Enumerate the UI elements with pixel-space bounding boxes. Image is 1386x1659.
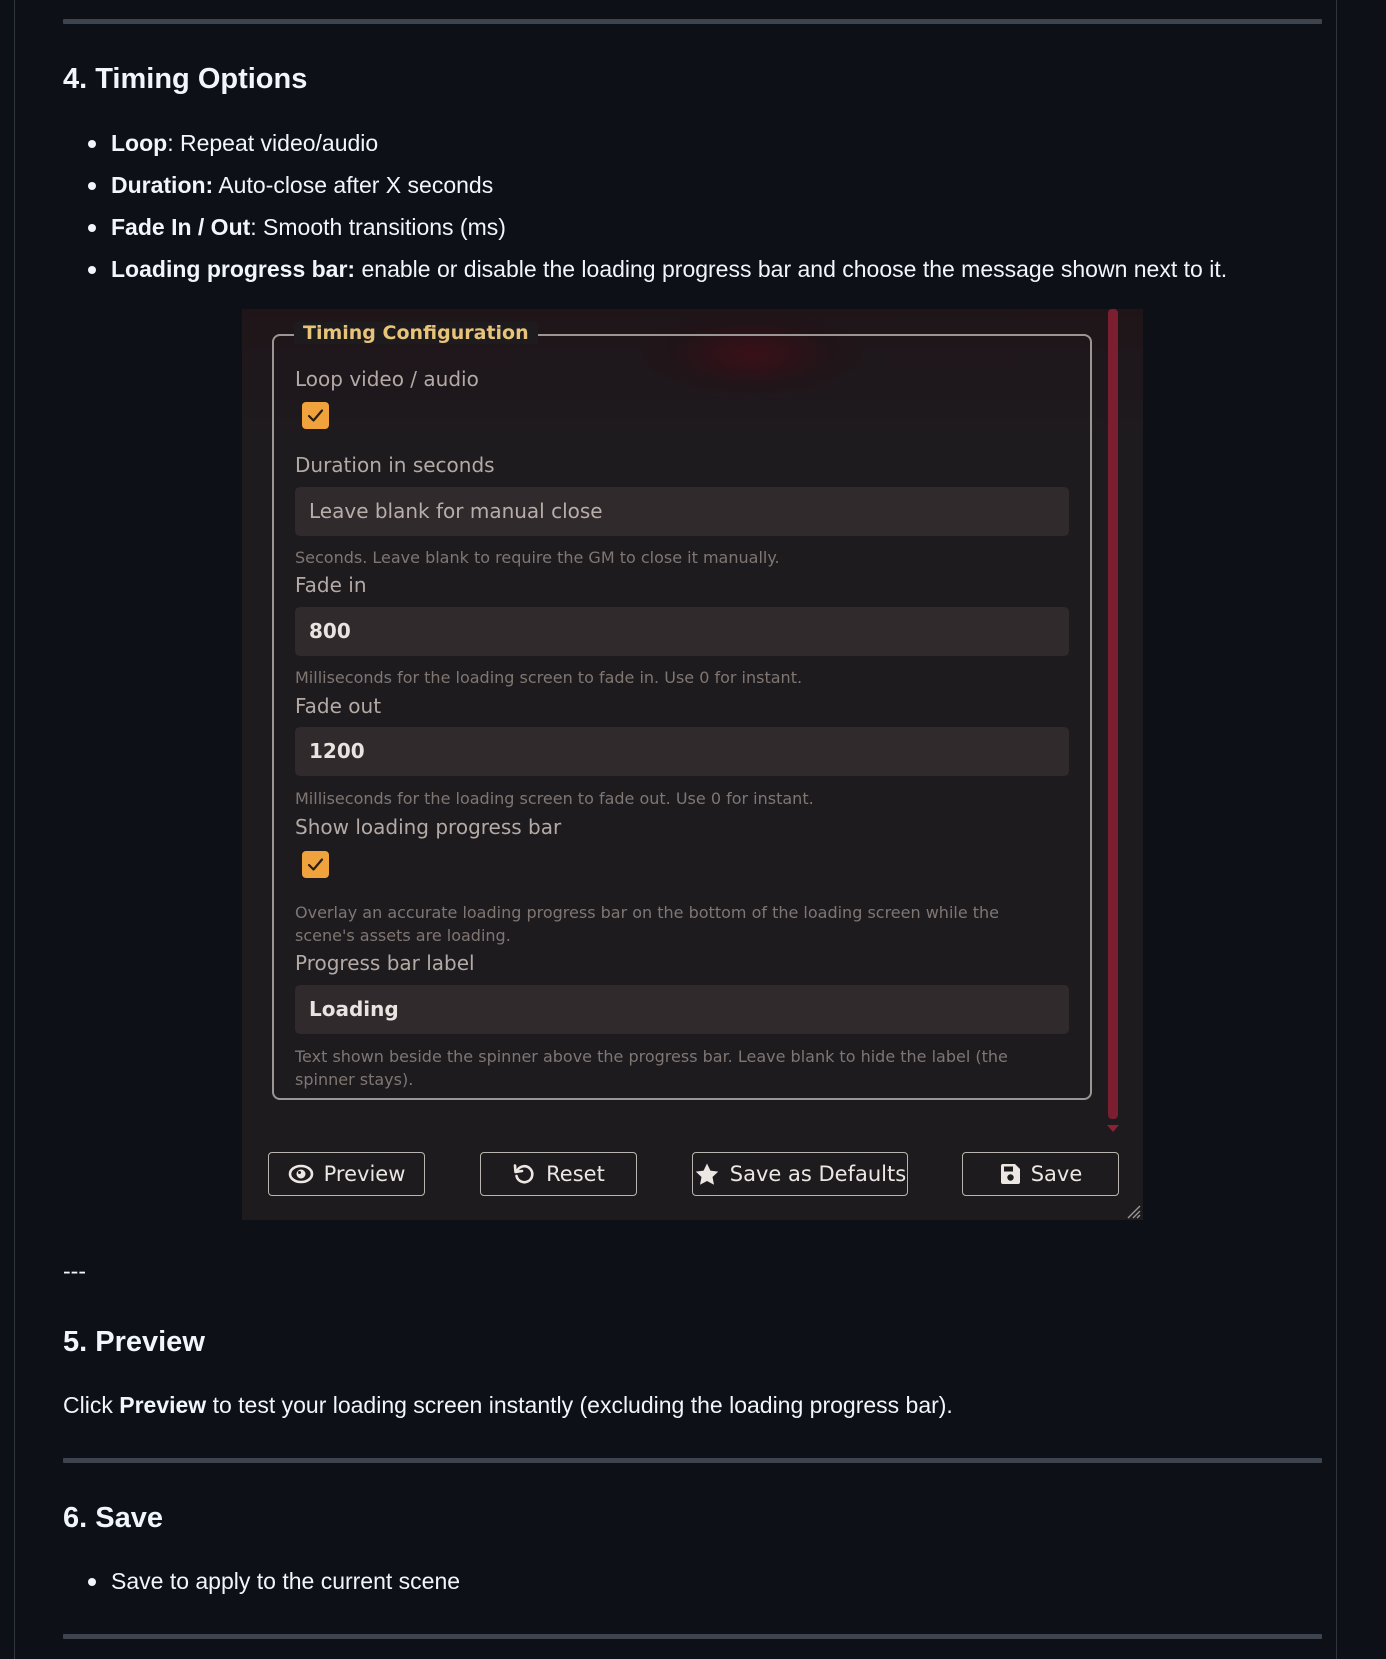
separator-text: --- [63,1258,86,1284]
progress-label-input[interactable]: Loading [295,985,1069,1034]
timing-config-screenshot: Timing Configuration Loop video / audio … [242,309,1143,1220]
horizontal-rule [63,19,1322,24]
list-item: Loading progress bar: enable or disable … [63,254,1227,296]
section-heading-timing: 4. Timing Options [63,63,308,95]
list-item-text: enable or disable the loading progress b… [355,256,1228,282]
list-item-term: Duration: [111,172,214,198]
reset-button[interactable]: Reset [480,1152,637,1196]
floppy-disk-icon [1000,1164,1020,1184]
horizontal-rule [63,1458,1322,1463]
loop-label: Loop video / audio [295,367,479,391]
preview-paragraph: Click Preview to test your loading scree… [63,1392,953,1419]
checkmark-icon [307,409,324,422]
loop-checkbox[interactable] [302,402,329,429]
section-heading-save: 6. Save [63,1502,163,1534]
fade-in-input[interactable]: 800 [295,607,1069,656]
checkmark-icon [307,858,324,871]
duration-input[interactable]: Leave blank for manual close [295,487,1069,536]
star-icon [695,1163,718,1185]
scroll-down-arrow-icon[interactable] [1107,1125,1119,1132]
save-button[interactable]: Save [962,1152,1119,1196]
fade-out-label: Fade out [295,694,382,718]
resize-handle-icon[interactable] [1127,1205,1141,1219]
reset-button-label: Reset [546,1162,605,1186]
duration-label: Duration in seconds [295,453,495,477]
list-item-term: Loop [111,130,168,156]
preview-button[interactable]: Preview [268,1152,425,1196]
fade-out-hint: Milliseconds for the loading screen to f… [295,789,814,808]
preview-text-before: Click [63,1392,120,1418]
list-item-text: : Repeat video/audio [167,130,379,156]
list-item: Fade In / Out: Smooth transitions (ms) [63,212,1227,254]
preview-bold: Preview [119,1392,207,1418]
fade-out-input[interactable]: 1200 [295,727,1069,776]
duration-hint: Seconds. Leave blank to require the GM t… [295,548,780,567]
fade-in-hint: Milliseconds for the loading screen to f… [295,668,803,687]
timing-fieldset: Timing Configuration Loop video / audio … [272,322,1092,1100]
list-item-term: Fade In / Out [111,214,251,240]
fieldset-legend: Timing Configuration [294,322,538,344]
eye-icon [288,1164,313,1184]
list-item-text: Auto-close after X seconds [213,172,494,198]
progress-label-hint: Text shown beside the spinner above the … [295,1047,1008,1089]
save-list: Save to apply to the current scene [63,1566,460,1608]
progress-bar-label: Show loading progress bar [295,815,562,839]
undo-icon [513,1164,534,1184]
progress-label-label: Progress bar label [295,951,475,975]
list-item-term: Loading progress bar: [111,256,356,282]
section-heading-preview: 5. Preview [63,1326,205,1358]
list-item: Save to apply to the current scene [63,1566,460,1608]
save-button-label: Save [1030,1162,1083,1186]
horizontal-rule [63,1634,1322,1639]
save-defaults-button-label: Save as Defaults [729,1162,907,1186]
list-item-text: : Smooth transitions (ms) [250,214,506,240]
preview-button-label: Preview [323,1162,406,1186]
progress-bar-hint: Overlay an accurate loading progress bar… [295,903,1000,945]
timing-options-list: Loop: Repeat video/audio Duration: Auto-… [63,128,1227,296]
preview-text-after: to test your loading screen instantly (e… [206,1392,953,1418]
list-item: Loop: Repeat video/audio [63,128,1227,170]
save-defaults-button[interactable]: Save as Defaults [692,1152,908,1196]
progress-bar-checkbox[interactable] [302,851,329,878]
list-item: Duration: Auto-close after X seconds [63,170,1227,212]
fade-in-label: Fade in [295,573,367,597]
scrollbar[interactable] [1108,309,1118,1119]
